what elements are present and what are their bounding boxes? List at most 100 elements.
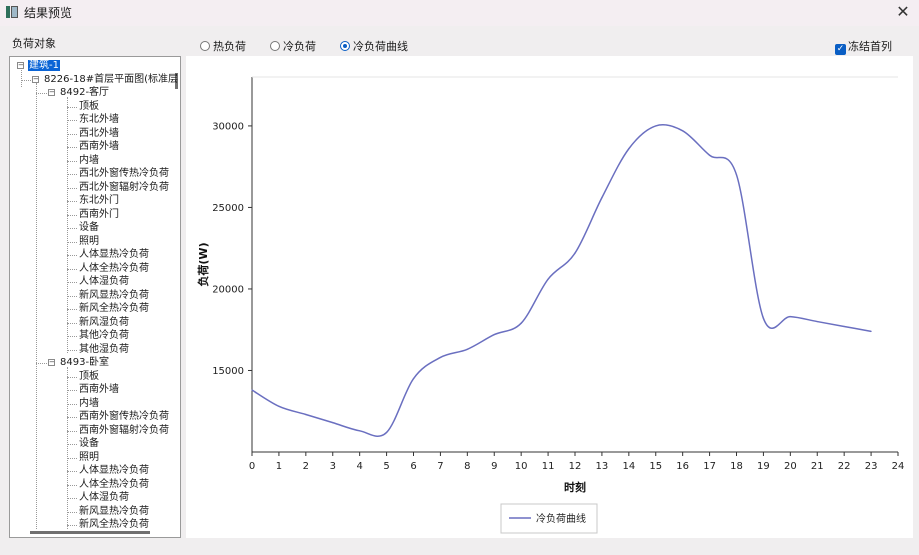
- data-point: [762, 317, 765, 319]
- x-tick-label: 3: [330, 461, 336, 472]
- tree-connector: [67, 147, 77, 148]
- tree-item-load[interactable]: 其他冷负荷: [79, 329, 129, 343]
- collapse-icon[interactable]: −: [48, 359, 55, 366]
- tree-item-load[interactable]: 西北外窗传热冷负荷: [79, 167, 169, 181]
- data-point: [789, 316, 791, 318]
- tree-item-load[interactable]: 顶板: [79, 100, 99, 114]
- collapse-icon[interactable]: −: [32, 75, 39, 83]
- tree-item-load[interactable]: 西北外窗辐射冷负荷: [79, 181, 169, 195]
- tree-item-load[interactable]: 人体湿负荷: [79, 491, 129, 505]
- tree-item-load[interactable]: 设备: [79, 437, 99, 451]
- y-tick-label: 20000: [212, 284, 244, 295]
- radio-cooling-curve[interactable]: 冷负荷曲线: [340, 38, 408, 54]
- radio-cooling-load[interactable]: 冷负荷: [270, 38, 316, 54]
- x-tick-label: 5: [383, 461, 389, 472]
- freeze-first-column-checkbox[interactable]: ✓ 冻结首列: [835, 38, 892, 55]
- radio-heat-load[interactable]: 热负荷: [200, 38, 246, 54]
- tree-item-load[interactable]: 新风全热冷负荷: [79, 302, 149, 316]
- load-object-label: 负荷对象: [12, 37, 56, 50]
- tree-item-load[interactable]: 人体全热冷负荷: [79, 262, 149, 276]
- tree-item-load[interactable]: 人体显热冷负荷: [79, 464, 149, 478]
- tree-connector: [67, 457, 77, 459]
- tree-item-load[interactable]: 设备: [79, 221, 99, 235]
- close-icon[interactable]: ✕: [891, 0, 915, 24]
- data-point: [735, 174, 738, 176]
- tree-connector: [67, 228, 77, 229]
- tree-item-label: 建筑-1: [28, 60, 60, 71]
- data-point: [816, 320, 818, 323]
- tree-item-load[interactable]: 照明: [79, 235, 99, 249]
- x-tick-label: 15: [649, 461, 662, 472]
- x-tick-label: 11: [542, 461, 555, 472]
- x-tick-label: 12: [569, 461, 582, 472]
- tree-item-load[interactable]: 西南外墙: [79, 383, 119, 397]
- data-point: [385, 431, 388, 434]
- data-point: [601, 197, 603, 199]
- y-tick-label: 15000: [212, 366, 244, 377]
- x-tick-label: 20: [784, 461, 797, 472]
- data-point: [547, 278, 549, 280]
- data-point: [843, 325, 845, 328]
- title-bar: 结果预览 ✕: [0, 0, 919, 26]
- tree-connector: [67, 187, 77, 189]
- tree-connector: [67, 255, 77, 256]
- tree-connector: [36, 93, 47, 94]
- tree-item-root[interactable]: 建筑-1: [28, 59, 60, 73]
- collapse-icon[interactable]: −: [17, 62, 24, 69]
- tree-item-load[interactable]: 内墙: [79, 397, 99, 411]
- tree-item-load[interactable]: 人体全热冷负荷: [79, 478, 149, 492]
- data-point: [332, 422, 334, 424]
- radio-button-selected[interactable]: [340, 41, 350, 51]
- tree-connector: [67, 484, 77, 486]
- tree-connector: [67, 417, 77, 418]
- tree-item-load[interactable]: 顶板: [79, 370, 99, 384]
- tree-item-load[interactable]: 新风全热冷负荷: [79, 518, 149, 532]
- radio-label: 冷负荷: [283, 40, 316, 53]
- tree-item-load[interactable]: 人体显热冷负荷: [79, 248, 149, 262]
- chart-panel: 0 1 2 3 4 5 6 7 8 9 10 11 12 13 14 15 16 17 18 19 20 21 22 23 24…: [186, 56, 913, 538]
- checkbox-label: 冻结首列: [848, 40, 892, 53]
- data-point: [359, 430, 361, 432]
- radio-button[interactable]: [270, 41, 280, 51]
- tree-item-load[interactable]: 西南外窗辐射冷负荷: [79, 424, 169, 438]
- x-tick-label: 18: [730, 461, 743, 472]
- load-curve-chart: 0 1 2 3 4 5 6 7 8 9 10 11 12 13 14 15 16 17 18 19 20 21 22 23 24…: [196, 76, 905, 534]
- tree-item-load[interactable]: 西北外墙: [79, 127, 119, 141]
- x-tick-label: 6: [410, 461, 416, 472]
- x-tick-label: 21: [811, 461, 824, 472]
- tree-connector: [67, 322, 77, 324]
- x-tick-label: 22: [838, 461, 851, 472]
- x-axis-title: 时刻: [564, 480, 586, 494]
- tree-item-load[interactable]: 东北外门: [79, 194, 119, 208]
- tree-item-load[interactable]: 新风显热冷负荷: [79, 505, 149, 519]
- tree-item-load[interactable]: 西南外门: [79, 208, 119, 222]
- tree-item-floor[interactable]: 8226-18#首层平面图(标准层: [44, 73, 178, 87]
- tree-item-load[interactable]: 西南外墙: [79, 140, 119, 154]
- data-point: [439, 356, 442, 359]
- tree-connector: [21, 79, 31, 81]
- tree-connector: [36, 83, 37, 529]
- data-point: [870, 330, 872, 332]
- collapse-icon[interactable]: −: [48, 89, 55, 96]
- tree-connector: [36, 363, 47, 364]
- tree-connector: [67, 241, 77, 243]
- tree-item-load[interactable]: 照明: [79, 451, 99, 465]
- app-icon: [6, 6, 18, 18]
- tree-item-load[interactable]: 新风显热冷负荷: [79, 289, 149, 303]
- tree-item-load[interactable]: 人体湿负荷: [79, 275, 129, 289]
- tree-connector: [67, 295, 77, 297]
- tree-connector: [67, 120, 77, 121]
- load-object-tree[interactable]: − 建筑-1−8226-18#首层平面图(标准层 −8492-客厅 顶板 东北外墙 西北外…: [9, 56, 181, 538]
- tree-connector: [67, 106, 77, 108]
- tree-item-load[interactable]: 西南外窗传热冷负荷: [79, 410, 169, 424]
- tree-item-load[interactable]: 其他湿负荷: [79, 343, 129, 357]
- tree-item-load[interactable]: 新风湿负荷: [79, 316, 129, 330]
- tree-connector: [67, 511, 77, 513]
- tree-item-load[interactable]: 东北外墙: [79, 113, 119, 127]
- data-point: [278, 405, 280, 407]
- x-tick-label: 24: [892, 461, 905, 472]
- radio-button[interactable]: [200, 41, 210, 51]
- x-tick-label: 23: [865, 461, 878, 472]
- tree-item-load[interactable]: 内墙: [79, 154, 99, 168]
- data-point: [412, 378, 415, 380]
